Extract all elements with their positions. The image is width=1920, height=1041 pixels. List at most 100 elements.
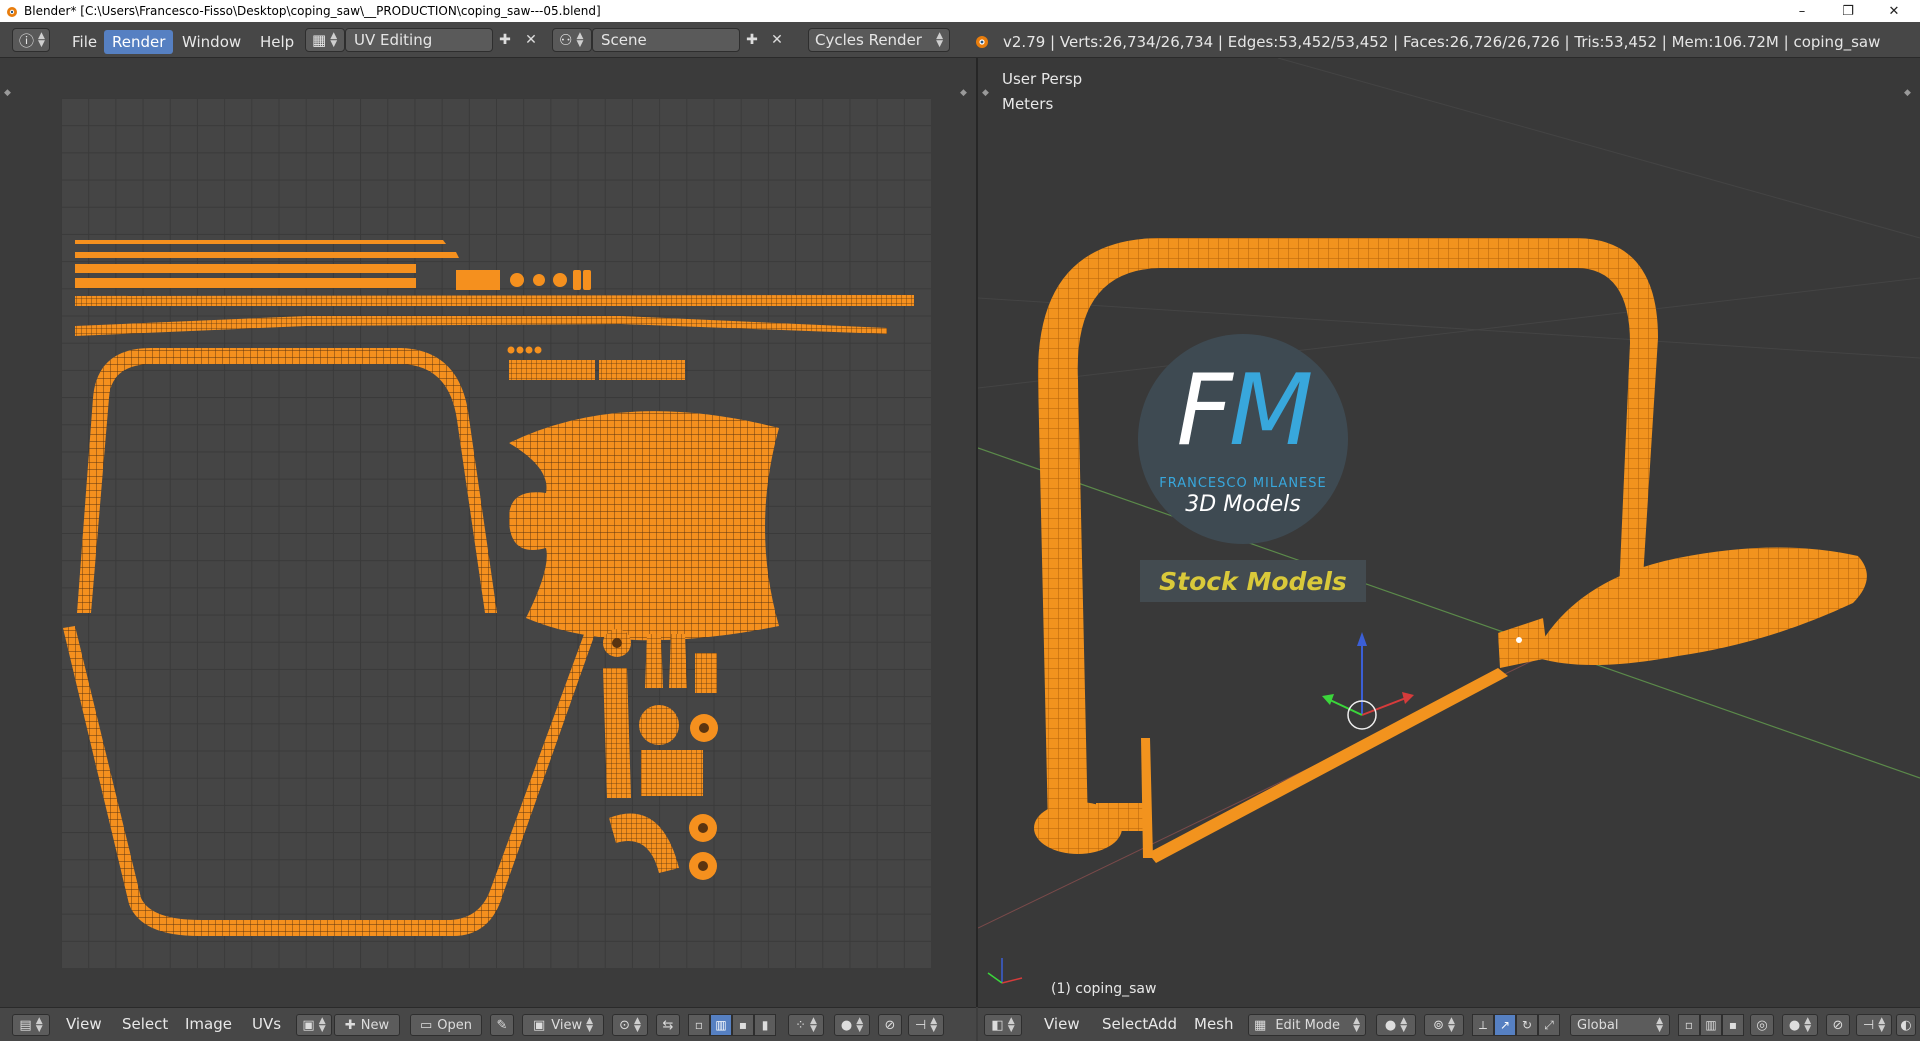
interaction-mode-label: Edit Mode bbox=[1275, 1017, 1341, 1033]
viewport-scene[interactable] bbox=[978, 58, 1920, 1007]
uv-menu-view[interactable]: View bbox=[66, 1015, 102, 1033]
transform-orientation-dropdown[interactable]: Global ▲ ▼ bbox=[1570, 1014, 1670, 1036]
scene-field[interactable]: Scene bbox=[592, 28, 740, 52]
proportional-icon: ● bbox=[1788, 1017, 1801, 1033]
rotate-manipulator-icon[interactable]: ↻ bbox=[1516, 1014, 1538, 1036]
editor-type-selector[interactable]: ▤ ▲ ▼ bbox=[12, 1014, 50, 1036]
window-titlebar: Blender* [C:\Users\Francesco-Fisso\Deskt… bbox=[0, 0, 1920, 22]
render-engine-label: Cycles Render bbox=[815, 31, 922, 49]
updown-arrows-icon: ▲ ▼ bbox=[318, 1016, 326, 1034]
island-select-icon[interactable]: ▮ bbox=[754, 1014, 776, 1036]
render-engine-dropdown[interactable]: Cycles Render ▲ ▼ bbox=[808, 28, 950, 52]
blender-logo-icon bbox=[976, 36, 988, 48]
menu-file[interactable]: File bbox=[64, 30, 105, 54]
face-select-mode-icon[interactable]: ▪ bbox=[1722, 1014, 1744, 1036]
snap-toggle-icon[interactable]: ⊘ bbox=[878, 1014, 902, 1036]
pivot-dropdown[interactable]: ⊙ ▲ ▼ bbox=[612, 1014, 648, 1036]
view-mode-label: View bbox=[551, 1017, 583, 1033]
delete-screen-icon[interactable]: ✕ bbox=[520, 29, 542, 51]
uv-menu-image[interactable]: Image bbox=[185, 1015, 232, 1033]
snap-element-icon: ⊣ bbox=[1862, 1017, 1875, 1033]
layout-grid-icon: ▦ bbox=[312, 31, 327, 49]
updown-arrows-icon: ▲ ▼ bbox=[930, 1016, 938, 1034]
pivot-point-dropdown[interactable]: ⊚ ▲ ▼ bbox=[1424, 1014, 1464, 1036]
delete-scene-icon[interactable]: ✕ bbox=[766, 29, 788, 51]
sticky-mode-dropdown[interactable]: ⁘ ▲ ▼ bbox=[788, 1014, 824, 1036]
open-image-button[interactable]: ▭ Open bbox=[410, 1014, 482, 1036]
view-mode-dropdown[interactable]: ▣ View ▲ ▼ bbox=[522, 1014, 604, 1036]
stock-models-label: Stock Models bbox=[1159, 566, 1347, 596]
screen-layout-field[interactable]: UV Editing bbox=[345, 28, 493, 52]
face-select-icon[interactable]: ▪ bbox=[732, 1014, 754, 1036]
region-toggle-icon[interactable]: ◆ bbox=[4, 88, 11, 98]
layer-buttons-group: ▫ ▥ ▪ bbox=[1678, 1014, 1744, 1036]
snap-element-dropdown[interactable]: ⊣ ▲ ▼ bbox=[1856, 1014, 1892, 1036]
updown-arrows-icon: ▲ ▼ bbox=[330, 31, 338, 49]
view3d-menu-select[interactable]: Select bbox=[1102, 1015, 1148, 1033]
snap-element-dropdown[interactable]: ⊣ ▲ ▼ bbox=[908, 1014, 944, 1036]
sync-selection-icon[interactable]: ⇆ bbox=[656, 1014, 680, 1036]
maximize-button[interactable]: ❐ bbox=[1826, 0, 1870, 22]
edge-select-icon[interactable]: ▥ bbox=[710, 1014, 732, 1036]
menu-help[interactable]: Help bbox=[252, 30, 302, 54]
view-mode-icon: ▣ bbox=[532, 1017, 546, 1033]
snap-toggle-icon[interactable]: ⊘ bbox=[1826, 1014, 1850, 1036]
view3d-menu-add[interactable]: Add bbox=[1148, 1015, 1177, 1033]
uv-islands[interactable] bbox=[61, 98, 931, 968]
x-gizmo-arrow-icon[interactable] bbox=[1402, 692, 1414, 704]
updown-arrows-icon: ▲ ▼ bbox=[1007, 1016, 1015, 1034]
render-preview-icon[interactable]: ◐ bbox=[1896, 1014, 1916, 1036]
blender-logo-icon bbox=[7, 7, 17, 17]
edge-select-mode-icon[interactable]: ▥ bbox=[1700, 1014, 1722, 1036]
screen-layout-browse-button[interactable]: ▦ ▲ ▼ bbox=[305, 28, 345, 52]
uv-grid-canvas[interactable] bbox=[61, 98, 931, 968]
interaction-mode-dropdown[interactable]: ▦ Edit Mode ▲ ▼ bbox=[1248, 1014, 1366, 1036]
image-icon: ▣ bbox=[302, 1017, 315, 1033]
updown-arrows-icon: ▲ ▼ bbox=[1353, 1016, 1360, 1034]
menu-window[interactable]: Window bbox=[174, 30, 249, 54]
shading-dropdown[interactable]: ● ▲ ▼ bbox=[1376, 1014, 1416, 1036]
origin-point bbox=[1516, 637, 1522, 643]
proportional-edit-dropdown[interactable]: ● ▲ ▼ bbox=[1782, 1014, 1818, 1036]
uv-menu-uvs[interactable]: UVs bbox=[252, 1015, 281, 1033]
axis-widget-y bbox=[987, 972, 1003, 984]
add-scene-icon[interactable]: ✚ bbox=[741, 29, 763, 51]
minimize-button[interactable]: – bbox=[1780, 0, 1824, 22]
region-toggle-icon[interactable]: ◆ bbox=[960, 88, 967, 98]
new-image-button[interactable]: ✚ New bbox=[334, 1014, 400, 1036]
manipulator-toggle-icon[interactable]: ⟂ bbox=[1472, 1014, 1494, 1036]
3d-viewport[interactable]: User Persp Meters ◆ ◆ FM FRANCESCO MILAN… bbox=[978, 58, 1920, 1007]
uv-menu-select[interactable]: Select bbox=[122, 1015, 168, 1033]
open-image-label: Open bbox=[437, 1017, 473, 1033]
editor-type-selector[interactable]: ◧ ▲ ▼ bbox=[984, 1014, 1022, 1036]
limit-selection-icon[interactable]: ◎ bbox=[1750, 1014, 1774, 1036]
scene-browse-button[interactable]: ⚇ ▲ ▼ bbox=[552, 28, 592, 52]
uv-image-editor[interactable]: ◆ ◆ bbox=[0, 58, 976, 1007]
view3d-menu-view[interactable]: View bbox=[1044, 1015, 1080, 1033]
fm-letters: FM bbox=[1138, 354, 1348, 468]
add-screen-icon[interactable]: ✚ bbox=[494, 29, 516, 51]
updown-arrows-icon: ▲ ▼ bbox=[809, 1016, 817, 1034]
scale-manipulator-icon[interactable]: ⤢ bbox=[1538, 1014, 1560, 1036]
uv-select-mode-group: ▫ ▥ ▪ ▮ bbox=[688, 1014, 776, 1036]
translate-manipulator-icon[interactable]: ↗ bbox=[1494, 1014, 1516, 1036]
pivot-icon: ⊙ bbox=[619, 1017, 630, 1033]
image-browse-button[interactable]: ▣ ▲ ▼ bbox=[296, 1014, 332, 1036]
saw-handle bbox=[1538, 547, 1867, 666]
x-gizmo-axis[interactable] bbox=[1361, 697, 1407, 716]
pin-image-icon[interactable]: ✎ bbox=[490, 1014, 514, 1036]
z-gizmo-arrow-icon[interactable] bbox=[1357, 632, 1367, 646]
proportional-icon: ● bbox=[840, 1017, 853, 1033]
view3d-menu-mesh[interactable]: Mesh bbox=[1194, 1015, 1234, 1033]
vertex-select-icon[interactable]: ▫ bbox=[688, 1014, 710, 1036]
vertex-select-mode-icon[interactable]: ▫ bbox=[1678, 1014, 1700, 1036]
updown-arrows-icon: ▲ ▼ bbox=[1447, 1016, 1455, 1034]
stock-models-banner: Stock Models bbox=[1140, 560, 1366, 602]
menu-render[interactable]: Render bbox=[104, 30, 174, 54]
updown-arrows-icon: ▲ ▼ bbox=[35, 1016, 43, 1034]
proportional-edit-dropdown[interactable]: ● ▲ ▼ bbox=[834, 1014, 870, 1036]
editor-type-info-selector[interactable]: ⓘ ▲ ▼ bbox=[12, 28, 50, 52]
close-window-button[interactable]: ✕ bbox=[1872, 0, 1916, 22]
y-gizmo-arrow-icon[interactable] bbox=[1322, 694, 1334, 705]
saw-frame bbox=[1037, 238, 1658, 828]
